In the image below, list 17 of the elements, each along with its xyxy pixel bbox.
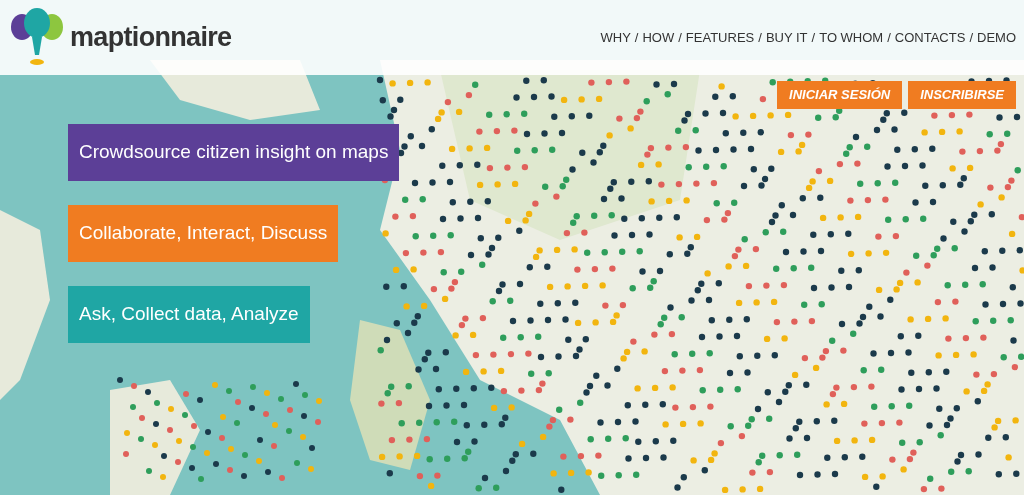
- tagline-banner: Crowdsource citizen insight on maps: [68, 124, 400, 181]
- brand-name: maptionnaire: [70, 21, 232, 55]
- nav-link[interactable]: FEATURES: [685, 27, 755, 48]
- nav-separator: /: [887, 28, 891, 47]
- nav-link[interactable]: CONTACTS: [894, 27, 966, 48]
- nav-link[interactable]: BUY IT: [765, 27, 808, 48]
- nav-separator: /: [758, 28, 762, 47]
- tagline-banner: Ask, Collect data, Analyze: [68, 286, 310, 343]
- nav-separator: /: [969, 28, 973, 47]
- nav-link[interactable]: WHY: [600, 27, 631, 48]
- nav-separator: /: [634, 28, 639, 47]
- nav-link[interactable]: DEMO: [977, 27, 1016, 48]
- nav-link[interactable]: TO WHOM: [819, 27, 884, 48]
- tagline-banner: Collaborate, Interact, Discuss: [68, 205, 339, 262]
- nav-separator: /: [811, 28, 816, 47]
- nav-link[interactable]: HOW: [642, 27, 675, 48]
- nav-separator: /: [678, 28, 682, 47]
